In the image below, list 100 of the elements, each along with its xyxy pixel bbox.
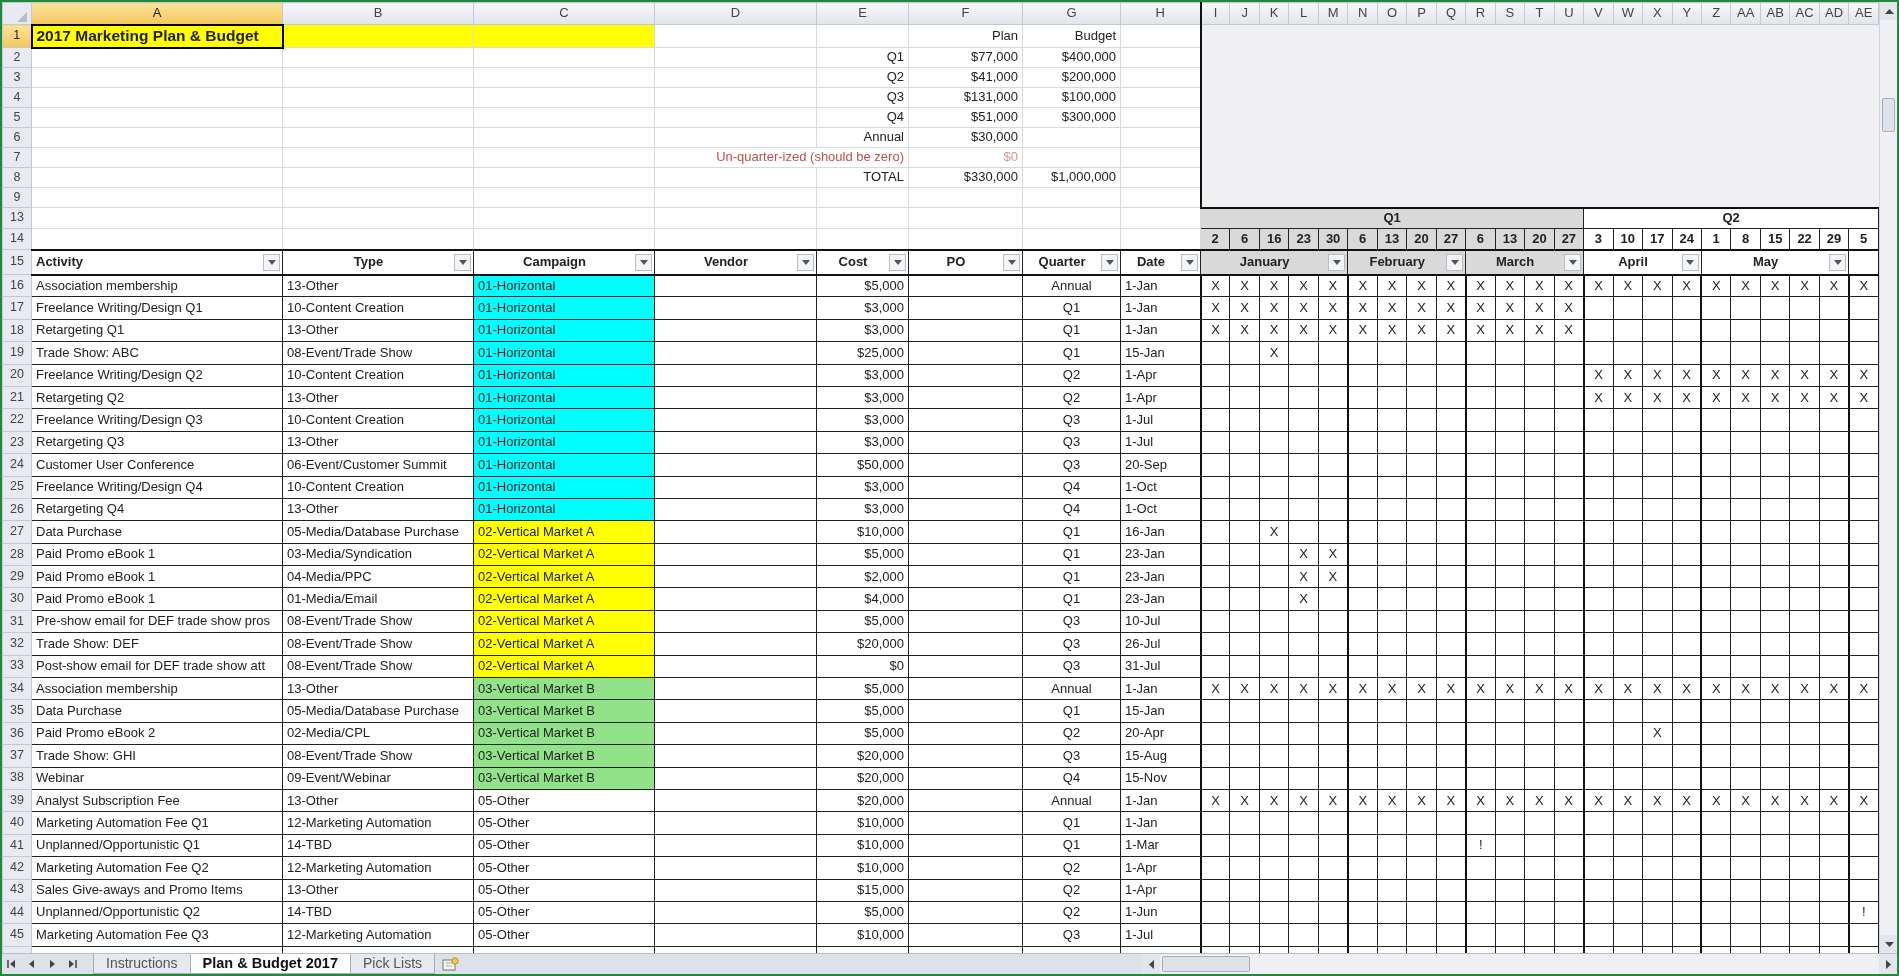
row-header[interactable]: 27 (2, 520, 32, 544)
row-header[interactable]: 5 (2, 107, 32, 128)
row-header[interactable]: 2 (2, 47, 32, 68)
column-header[interactable]: R (1465, 2, 1496, 25)
row-header[interactable]: 19 (2, 341, 32, 365)
column-header[interactable]: T (1524, 2, 1555, 25)
column-header[interactable]: AB (1760, 2, 1790, 25)
column-header[interactable]: S (1495, 2, 1525, 25)
column-header[interactable]: AC (1789, 2, 1820, 25)
filter-button[interactable] (1446, 253, 1464, 271)
table-cell: X (1406, 319, 1437, 342)
row-header[interactable]: 24 (2, 453, 32, 476)
row-header[interactable]: 34 (2, 677, 32, 700)
row-header[interactable]: 43 (2, 879, 32, 902)
row-header[interactable]: 16 (2, 274, 32, 297)
row-header[interactable]: 29 (2, 565, 32, 588)
quarter-header: Q1 (1200, 207, 1584, 229)
row-header[interactable]: 25 (2, 476, 32, 499)
column-header[interactable]: H (1120, 2, 1201, 25)
column-header[interactable]: G (1022, 2, 1121, 25)
row-header[interactable]: 36 (2, 722, 32, 745)
row-header[interactable]: 23 (2, 431, 32, 454)
filter-button[interactable] (1003, 253, 1020, 271)
column-header[interactable]: A (31, 2, 283, 25)
row-header[interactable]: 35 (2, 699, 32, 723)
column-header[interactable]: Q (1436, 2, 1466, 25)
sheet-tab[interactable]: Pick Lists (349, 954, 436, 974)
filter-button[interactable] (797, 253, 814, 271)
filter-button[interactable] (1181, 253, 1198, 271)
row-header[interactable]: 4 (2, 87, 32, 108)
column-header[interactable]: P (1406, 2, 1437, 25)
column-header[interactable]: B (282, 2, 474, 25)
row-header[interactable]: 9 (2, 187, 32, 208)
column-header[interactable]: M (1318, 2, 1348, 25)
column-header[interactable]: E (816, 2, 909, 25)
row-header[interactable]: 7 (2, 147, 32, 168)
filter-button[interactable] (889, 253, 906, 271)
sheet-tab[interactable]: Instructions (93, 954, 191, 974)
row-header[interactable]: 33 (2, 655, 32, 678)
scroll-right-button[interactable] (1879, 954, 1897, 974)
row-header[interactable]: 40 (2, 811, 32, 835)
filter-button[interactable] (1564, 253, 1582, 271)
column-header[interactable]: N (1347, 2, 1378, 25)
row-header[interactable]: 39 (2, 789, 32, 812)
row-header[interactable]: 18 (2, 319, 32, 342)
row-header[interactable]: 30 (2, 587, 32, 611)
column-header[interactable]: W (1613, 2, 1643, 25)
row-header[interactable]: 13 (2, 207, 32, 229)
column-title: Vendor (702, 254, 750, 270)
row-header[interactable]: 15 (2, 249, 32, 275)
scroll-down-button[interactable] (1880, 935, 1897, 953)
column-header[interactable]: V (1583, 2, 1614, 25)
row-header[interactable]: 14 (2, 228, 32, 250)
column-header[interactable]: U (1554, 2, 1584, 25)
row-header[interactable]: 21 (2, 386, 32, 409)
row-header[interactable]: 38 (2, 767, 32, 790)
title-cell[interactable]: 2017 Marketing Plan & Budget (31, 24, 283, 48)
sheet-tab[interactable]: Plan & Budget 2017 (189, 954, 351, 974)
filter-button[interactable] (454, 253, 471, 271)
row-header[interactable]: 41 (2, 834, 32, 857)
row-header[interactable]: 42 (2, 856, 32, 880)
column-header[interactable]: Z (1701, 2, 1731, 25)
column-header[interactable]: X (1642, 2, 1672, 25)
row-header[interactable]: 1 (2, 24, 32, 48)
column-header[interactable]: I (1200, 2, 1230, 25)
column-header[interactable]: J (1229, 2, 1260, 25)
column-header[interactable]: O (1377, 2, 1407, 25)
column-header[interactable]: K (1259, 2, 1289, 25)
row-header[interactable]: 3 (2, 67, 32, 88)
column-header[interactable]: AE (1848, 2, 1879, 25)
row-header[interactable]: 31 (2, 610, 32, 633)
scroll-thumb[interactable] (1882, 98, 1895, 132)
filter-button[interactable] (1328, 253, 1346, 271)
filter-button[interactable] (635, 253, 652, 271)
column-header[interactable]: D (654, 2, 817, 25)
scroll-up-button[interactable] (1880, 2, 1897, 20)
row-header[interactable]: 26 (2, 498, 32, 521)
scroll-thumb[interactable] (1162, 956, 1250, 972)
column-header[interactable]: AD (1819, 2, 1849, 25)
scroll-left-button[interactable] (1142, 954, 1160, 974)
row-header[interactable]: 8 (2, 167, 32, 188)
row-header[interactable]: 32 (2, 632, 32, 656)
row-header[interactable]: 17 (2, 296, 32, 320)
row-header[interactable]: 22 (2, 408, 32, 432)
filter-button[interactable] (1829, 253, 1847, 271)
column-header[interactable]: F (908, 2, 1023, 25)
row-header[interactable]: 6 (2, 127, 32, 148)
row-header[interactable]: 28 (2, 543, 32, 566)
row-header[interactable]: 44 (2, 901, 32, 924)
row-header[interactable]: 20 (2, 364, 32, 387)
column-header[interactable]: AA (1730, 2, 1761, 25)
filter-button[interactable] (1101, 253, 1118, 271)
row-header[interactable]: 45 (2, 923, 32, 947)
filter-button[interactable] (1681, 253, 1699, 271)
column-header[interactable]: Y (1672, 2, 1702, 25)
filter-button[interactable] (263, 253, 280, 271)
column-header[interactable]: C (473, 2, 655, 25)
column-header[interactable]: L (1288, 2, 1319, 25)
row-header[interactable]: 37 (2, 744, 32, 768)
table-cell: X (1347, 319, 1378, 342)
